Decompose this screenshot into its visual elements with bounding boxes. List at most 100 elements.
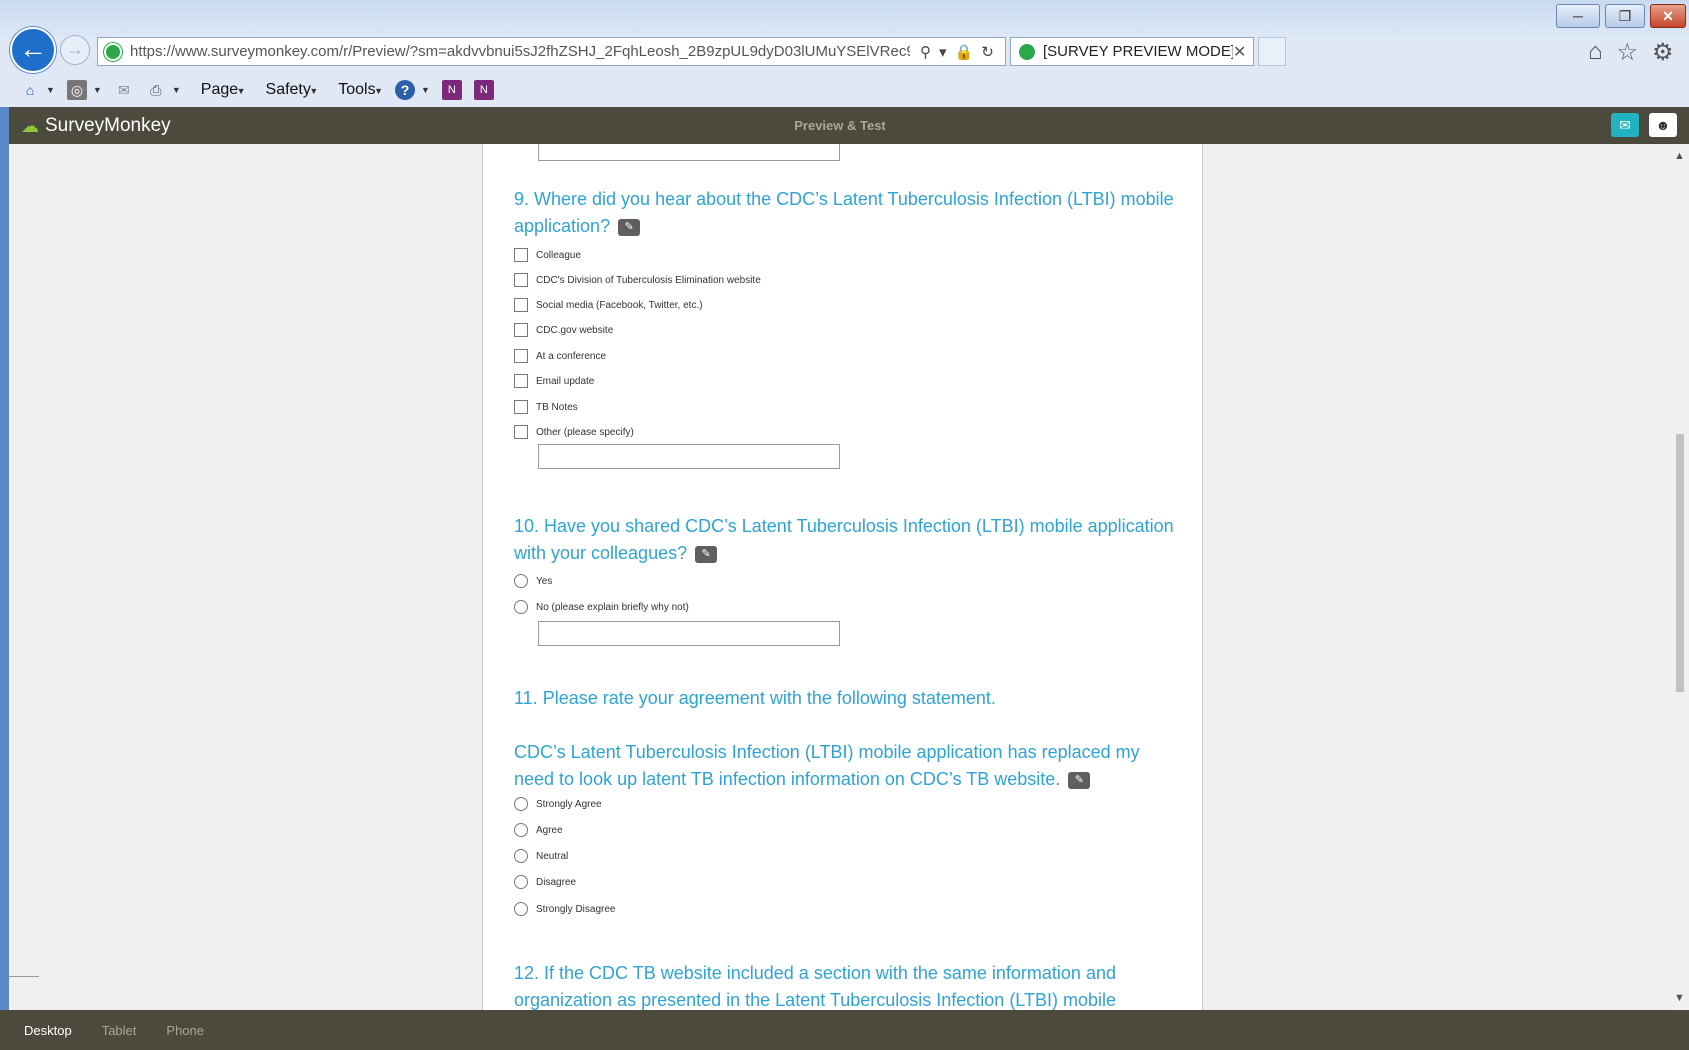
checkbox[interactable] (514, 374, 528, 388)
q11-option-neutral[interactable]: Neutral (514, 848, 568, 864)
option-label: Colleague (536, 249, 582, 261)
device-desktop-tab[interactable]: Desktop (24, 1023, 72, 1038)
chevron-down-icon: ▼ (309, 85, 319, 96)
question-10-text: 10. Have you shared CDC’s Latent Tubercu… (514, 516, 1174, 563)
q9-option-cdc-gov[interactable]: CDC.gov website (514, 322, 613, 338)
checkbox[interactable] (514, 400, 528, 414)
q9-option-dtbe-website[interactable]: CDC's Division of Tuberculosis Eliminati… (514, 272, 761, 288)
forward-button[interactable]: → (60, 35, 90, 65)
help-icon[interactable]: ? (394, 79, 415, 100)
print-icon[interactable]: ⎙ (146, 80, 166, 100)
mail-icon[interactable]: ✉ (114, 80, 134, 100)
scrollbar-thumb[interactable] (1676, 434, 1684, 692)
radio-button[interactable] (514, 797, 528, 811)
chevron-down-icon: ▼ (236, 85, 246, 96)
q11-option-agree[interactable]: Agree (514, 822, 563, 838)
q11-option-strongly-disagree[interactable]: Strongly Disagree (514, 901, 615, 917)
device-tablet-tab[interactable]: Tablet (102, 1023, 137, 1038)
q9-option-other[interactable]: Other (please specify) (514, 424, 634, 440)
option-label: Social media (Facebook, Twitter, etc.) (536, 299, 703, 311)
help-dropdown-icon[interactable]: ▼ (421, 85, 430, 95)
q9-option-email-update[interactable]: Email update (514, 373, 594, 389)
scroll-down-icon[interactable]: ▼ (1674, 992, 1685, 1004)
radio-button[interactable] (514, 600, 528, 614)
checkbox[interactable] (514, 273, 528, 287)
feeds-dropdown-icon[interactable]: ▼ (93, 85, 102, 95)
chat-icon[interactable]: ✉ (1611, 113, 1639, 137)
tools-menu-label: Tools (338, 80, 376, 98)
tab-favicon-icon (1019, 43, 1035, 60)
radio-button[interactable] (514, 823, 528, 837)
q9-option-tb-notes[interactable]: TB Notes (514, 399, 578, 415)
q9-option-conference[interactable]: At a conference (514, 348, 606, 364)
tab-close-icon[interactable]: ✕ (1233, 42, 1246, 62)
option-label: Agree (536, 824, 563, 836)
option-label: Strongly Agree (536, 798, 602, 810)
checkbox[interactable] (514, 349, 528, 363)
onenote-linked-icon[interactable]: N (473, 79, 494, 100)
safety-menu[interactable]: Safety ▼ (266, 81, 319, 99)
back-button[interactable]: ← (10, 27, 56, 73)
safety-menu-label: Safety (265, 80, 311, 98)
lock-icon[interactable]: 🔒 (955, 43, 974, 61)
radio-button[interactable] (514, 574, 528, 588)
search-icon[interactable]: ⚲ (920, 43, 931, 61)
survey-card: 9. Where did you hear about the CDC’s La… (482, 144, 1203, 1010)
site-favicon-icon (104, 42, 122, 61)
window-left-edge (0, 107, 9, 1050)
settings-gear-icon[interactable]: ⚙ (1652, 38, 1674, 67)
refresh-icon[interactable]: ↻ (981, 43, 994, 61)
minimize-icon[interactable]: ─ (1556, 4, 1600, 28)
comment-icon[interactable]: ✎ (1068, 771, 1091, 789)
close-window-icon[interactable]: ✕ (1650, 4, 1686, 28)
q9-other-textbox[interactable] (538, 444, 840, 469)
favorites-star-icon[interactable]: ☆ (1617, 38, 1639, 67)
feeds-icon[interactable]: ◎ (66, 79, 87, 100)
q10-explain-textbox[interactable] (538, 621, 840, 646)
checkbox[interactable] (514, 425, 528, 439)
q11-option-disagree[interactable]: Disagree (514, 874, 576, 890)
q10-option-no[interactable]: No (please explain briefly why not) (514, 599, 689, 615)
home-icon[interactable]: ⌂ (20, 80, 40, 100)
home-dropdown-icon[interactable]: ▼ (46, 85, 55, 95)
option-label: At a conference (536, 350, 607, 362)
home-icon[interactable]: ⌂ (1588, 38, 1603, 67)
page-menu[interactable]: Page ▼ (201, 81, 246, 99)
new-tab-button[interactable] (1258, 37, 1286, 66)
comment-icon[interactable]: ✎ (618, 218, 641, 236)
comment-icon[interactable]: ✎ (695, 545, 718, 563)
browser-tab[interactable]: [SURVEY PREVIEW MODE] ... ✕ (1010, 37, 1254, 66)
onenote-icon[interactable]: N (441, 79, 462, 100)
device-phone-tab[interactable]: Phone (166, 1023, 204, 1038)
dropdown-arrow-icon[interactable]: ▾ (939, 43, 947, 61)
question-9-title: 9. Where did you hear about the CDC’s La… (514, 186, 1179, 240)
checkbox[interactable] (514, 248, 528, 262)
divider (9, 976, 39, 977)
q9-option-colleague[interactable]: Colleague (514, 247, 581, 263)
chevron-down-icon: ▼ (374, 85, 383, 96)
radio-button[interactable] (514, 875, 528, 889)
radio-button[interactable] (514, 849, 528, 863)
scroll-up-icon[interactable]: ▲ (1674, 150, 1685, 162)
previous-answer-textbox[interactable] (538, 144, 840, 161)
restore-icon[interactable]: ❐ (1605, 4, 1645, 28)
address-bar[interactable]: https://www.surveymonkey.com/r/Preview/?… (97, 37, 1006, 66)
q9-option-social-media[interactable]: Social media (Facebook, Twitter, etc.) (514, 297, 703, 313)
tools-menu[interactable]: Tools ▼ (338, 81, 383, 99)
checkbox[interactable] (514, 323, 528, 337)
checkbox[interactable] (514, 298, 528, 312)
question-9-text: 9. Where did you hear about the CDC’s La… (514, 189, 1174, 236)
option-label: No (please explain briefly why not) (536, 601, 689, 613)
user-icon[interactable]: ☻ (1649, 113, 1677, 137)
vertical-scrollbar[interactable]: ▲ ▼ (1670, 144, 1689, 1010)
print-dropdown-icon[interactable]: ▼ (172, 85, 181, 95)
radio-button[interactable] (514, 902, 528, 916)
q10-option-yes[interactable]: Yes (514, 573, 552, 589)
q11-option-strongly-agree[interactable]: Strongly Agree (514, 796, 602, 812)
option-label: CDC's Division of Tuberculosis Eliminati… (536, 274, 761, 286)
option-label: Disagree (536, 876, 577, 888)
option-label: Other (please specify) (536, 426, 634, 438)
surveymonkey-header: ☁ SurveyMonkey Preview & Test ✉ ☻ (9, 107, 1689, 144)
url-text[interactable]: https://www.surveymonkey.com/r/Preview/?… (130, 43, 910, 60)
page-title: Preview & Test (794, 118, 886, 133)
